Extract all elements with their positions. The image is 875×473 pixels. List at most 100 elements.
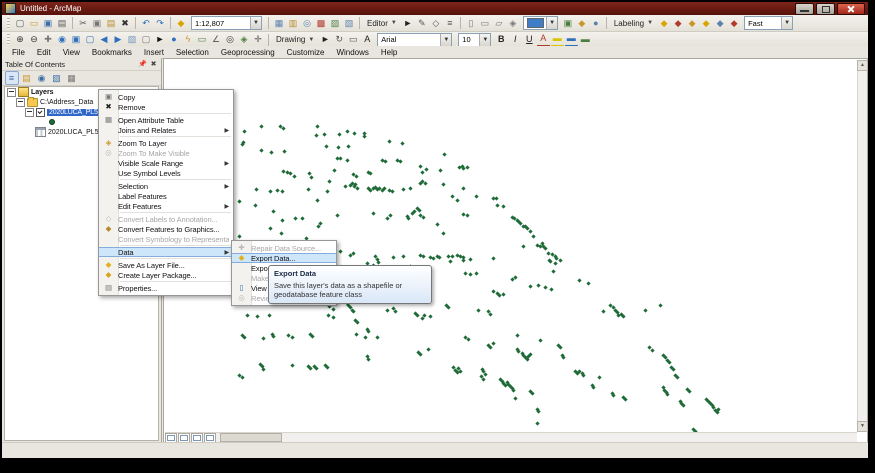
menu-convert-symbology-to-representation[interactable]: Convert Symbology to Representation...: [99, 234, 233, 244]
search-window-icon[interactable]: ◎: [301, 17, 314, 30]
print-icon[interactable]: ▤: [56, 17, 69, 30]
open-icon[interactable]: ▭: [28, 17, 41, 30]
scroll-down-icon[interactable]: ▼: [857, 421, 868, 432]
layer-checkbox[interactable]: [36, 108, 45, 117]
collapse-icon[interactable]: [7, 88, 16, 97]
cut-icon[interactable]: ✂: [77, 17, 90, 30]
clear-selection-icon[interactable]: ▢: [140, 33, 153, 46]
underline-icon[interactable]: U: [523, 33, 536, 46]
select-features-icon[interactable]: ▧: [126, 33, 139, 46]
edit-arrow-icon[interactable]: ►: [401, 17, 414, 30]
chevron-down-icon[interactable]: ▼: [781, 17, 792, 29]
menubar-item-windows[interactable]: Windows: [330, 47, 374, 58]
measure-icon[interactable]: ∠: [210, 33, 223, 46]
menu-label-features[interactable]: Label Features: [99, 191, 233, 201]
identify-icon[interactable]: ●: [168, 33, 181, 46]
submenu-export-data[interactable]: ◆Export Data...: [232, 253, 336, 263]
pause-labeling-icon[interactable]: ◆: [714, 17, 727, 30]
toolbar-grip[interactable]: [7, 34, 10, 45]
horizontal-scrollbar[interactable]: [165, 432, 857, 442]
edit-vertex-icon[interactable]: ◇: [429, 17, 442, 30]
symbol-color-combo[interactable]: ▼: [523, 16, 558, 30]
undo-icon[interactable]: ↶: [140, 17, 153, 30]
chevron-down-icon[interactable]: ▼: [546, 17, 557, 29]
pan-icon[interactable]: ✚: [42, 33, 55, 46]
list-by-visibility-icon[interactable]: ◉: [35, 71, 49, 85]
create-features-icon[interactable]: ▣: [561, 17, 574, 30]
menu-joins-and-relates[interactable]: Joins and Relates▶: [99, 125, 233, 135]
scrollbar-thumb[interactable]: [220, 433, 282, 442]
catalog-window-icon[interactable]: ▥: [287, 17, 300, 30]
menu-open-attribute-table[interactable]: ▦Open Attribute Table: [99, 115, 233, 125]
menu-selection[interactable]: Selection▶: [99, 181, 233, 191]
highlight-color-icon[interactable]: ▬: [551, 32, 564, 47]
bold-icon[interactable]: B: [495, 33, 508, 46]
list-by-drawing-order-icon[interactable]: ≡: [5, 71, 19, 85]
label-weight-icon[interactable]: ◆: [686, 17, 699, 30]
select-elements-icon[interactable]: ►: [154, 33, 167, 46]
menu-create-layer-package[interactable]: ◆Create Layer Package...: [99, 270, 233, 280]
publish-service-icon[interactable]: ●: [589, 17, 602, 30]
full-extent-icon[interactable]: ◉: [56, 33, 69, 46]
zoom-out-icon[interactable]: ⊖: [28, 33, 41, 46]
zoom-in-icon[interactable]: ⊕: [14, 33, 27, 46]
menubar-item-geoprocessing[interactable]: Geoprocessing: [215, 47, 281, 58]
close-icon[interactable]: ✖: [149, 60, 158, 69]
find-route-icon[interactable]: ◈: [238, 33, 251, 46]
view-unplaced-icon[interactable]: ◆: [728, 17, 741, 30]
collapse-icon[interactable]: [16, 98, 25, 107]
menu-convert-labels-to-annotation[interactable]: ◇Convert Labels to Annotation...: [99, 214, 233, 224]
topology-validate-icon[interactable]: ▱: [492, 17, 505, 30]
menu-remove[interactable]: ✖Remove: [99, 102, 233, 112]
model-builder-icon[interactable]: ▧: [343, 17, 356, 30]
menu-visible-scale-range[interactable]: Visible Scale Range▶: [99, 158, 233, 168]
delete-icon[interactable]: ✖: [119, 17, 132, 30]
fill-color-icon[interactable]: ▬: [579, 33, 592, 46]
italic-icon[interactable]: I: [509, 33, 522, 46]
go-to-xy-icon[interactable]: ✛: [252, 33, 265, 46]
chevron-down-icon[interactable]: ▼: [440, 34, 451, 46]
copy-icon[interactable]: ▣: [91, 17, 104, 30]
menubar-item-file[interactable]: File: [6, 47, 31, 58]
topology-errors-icon[interactable]: ▭: [478, 17, 491, 30]
label-priority-icon[interactable]: ◆: [672, 17, 685, 30]
drawing-menu-button[interactable]: Drawing▼: [272, 35, 318, 44]
table-of-contents-icon[interactable]: ▦: [273, 17, 286, 30]
lock-labels-icon[interactable]: ◆: [700, 17, 713, 30]
add-data-icon[interactable]: ◆: [175, 17, 188, 30]
refresh-view-button[interactable]: [191, 433, 203, 443]
menubar-item-customize[interactable]: Customize: [281, 47, 331, 58]
python-icon[interactable]: ▨: [329, 17, 342, 30]
scale-combo[interactable]: 1:12,807 ▼: [191, 16, 262, 30]
scroll-up-icon[interactable]: ▲: [857, 60, 868, 71]
pin-icon[interactable]: 📌: [138, 60, 147, 69]
submenu-repair-data-source[interactable]: ✚Repair Data Source...: [232, 243, 336, 253]
pause-drawing-button[interactable]: [204, 433, 216, 443]
editor-menu-button[interactable]: Editor▼: [363, 19, 401, 28]
menubar-item-bookmarks[interactable]: Bookmarks: [86, 47, 138, 58]
draw-rectangle-icon[interactable]: ▭: [347, 33, 360, 46]
menu-zoom-to-make-visible[interactable]: ◎Zoom To Make Visible: [99, 148, 233, 158]
close-button[interactable]: [837, 3, 865, 15]
minimize-button[interactable]: [795, 3, 814, 15]
point-symbol-icon[interactable]: [49, 119, 55, 125]
font-size-combo[interactable]: 10 ▼: [458, 33, 491, 47]
go-forward-icon[interactable]: ▶: [112, 33, 125, 46]
line-color-icon[interactable]: ▬: [565, 32, 578, 47]
arctoolbox-icon[interactable]: ▩: [315, 17, 328, 30]
menu-save-as-layer-file[interactable]: ◆Save As Layer File...: [99, 260, 233, 270]
share-package-icon[interactable]: ◆: [575, 17, 588, 30]
hyperlink-icon[interactable]: ϟ: [182, 33, 195, 46]
menubar-item-edit[interactable]: Edit: [31, 47, 57, 58]
topology-edit-icon[interactable]: ▯: [464, 17, 477, 30]
fixed-zoom-in-icon[interactable]: ▣: [70, 33, 83, 46]
menubar-item-view[interactable]: View: [57, 47, 86, 58]
find-icon[interactable]: ◎: [224, 33, 237, 46]
menu-properties[interactable]: ▤Properties...: [99, 283, 233, 293]
maximize-button[interactable]: [816, 3, 835, 15]
draw-text-icon[interactable]: A: [361, 33, 374, 46]
menu-copy[interactable]: ▣Copy: [99, 92, 233, 102]
menu-zoom-to-layer[interactable]: ◈Zoom To Layer: [99, 138, 233, 148]
collapse-icon[interactable]: [25, 108, 34, 117]
menu-data[interactable]: Data▶: [99, 247, 233, 257]
